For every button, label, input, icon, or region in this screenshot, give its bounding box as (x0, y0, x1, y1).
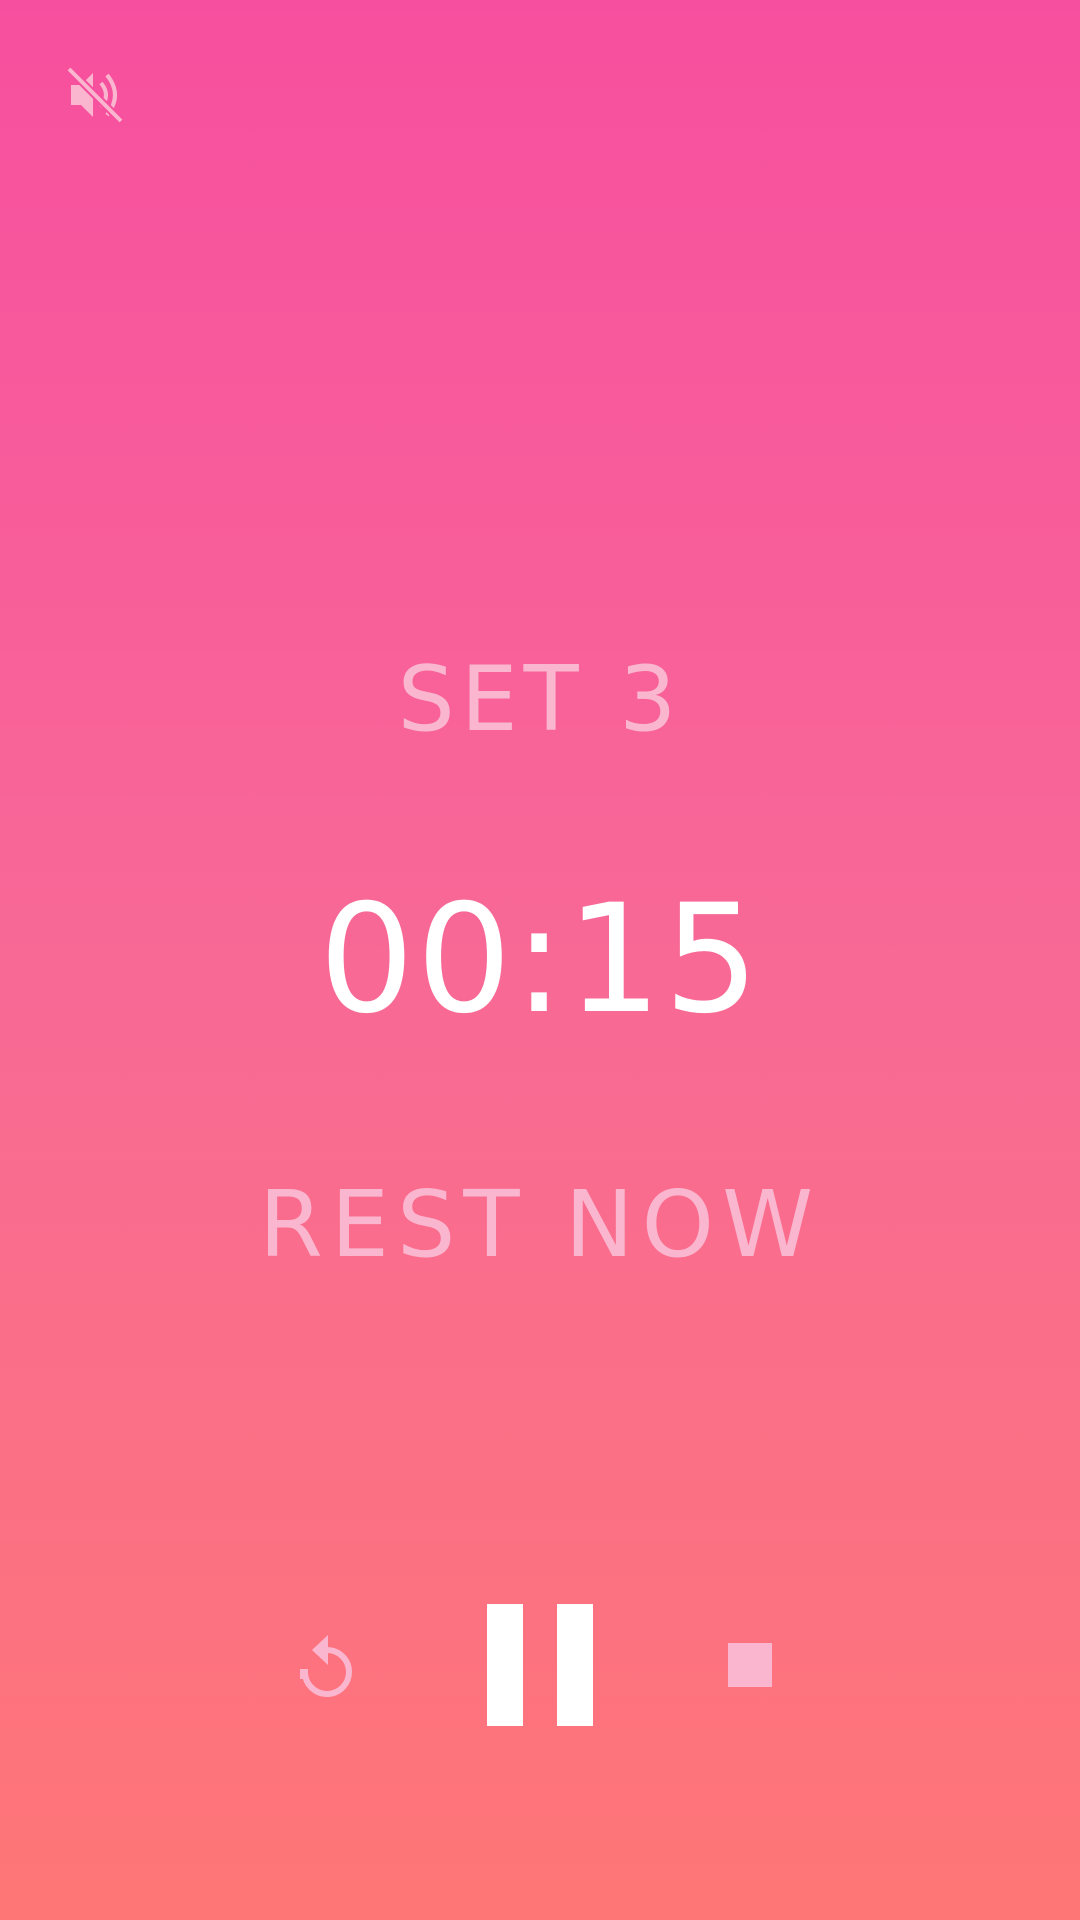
volume-off-icon (66, 66, 124, 124)
pause-icon (487, 1604, 593, 1726)
workout-timer-screen: SET 3 00:15 REST NOW (0, 0, 1080, 1920)
restart-button[interactable] (285, 1620, 375, 1710)
stop-button[interactable] (710, 1620, 790, 1710)
set-label: SET 3 (397, 647, 683, 752)
pause-button[interactable] (480, 1600, 600, 1730)
countdown-timer: 00:15 (318, 873, 762, 1047)
stop-icon (728, 1643, 772, 1687)
restart-icon (300, 1635, 352, 1697)
status-label: REST NOW (258, 1171, 822, 1278)
mute-button[interactable] (62, 62, 128, 128)
playback-controls (0, 1590, 1080, 1740)
